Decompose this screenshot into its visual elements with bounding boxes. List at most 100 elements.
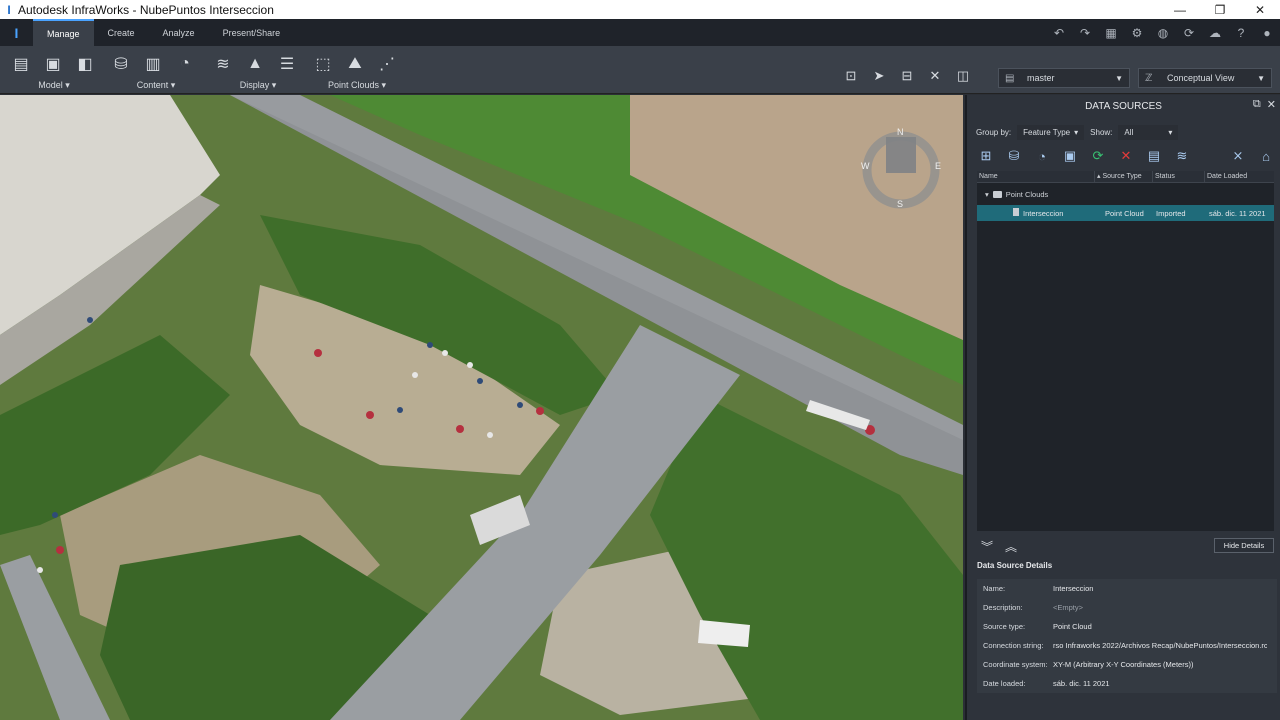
chevron-down-icon: ▼ [1257, 73, 1265, 83]
crosshair-icon[interactable]: ✕ [922, 66, 948, 86]
ribbon-group-model: ▤ ▣ ◧ Model ▾ [8, 46, 100, 94]
detail-row-date-loaded: Date loaded: sáb. dic. 11 2021 [977, 674, 1277, 693]
model-view-icon[interactable]: ◧ [72, 52, 98, 76]
close-icon[interactable]: ✕ [1240, 0, 1280, 19]
model-builder-source-icon[interactable]: ◔ [1032, 147, 1052, 165]
presentation-icon[interactable]: ⊡ [838, 66, 864, 86]
hide-details-button[interactable]: Hide Details [1214, 538, 1274, 553]
close-panel-icon[interactable]: ✕ [1267, 98, 1276, 111]
settings-gear-icon[interactable]: ⚙ [1124, 19, 1150, 46]
unlink-icon[interactable]: ⨯ [1228, 147, 1248, 165]
help-icon[interactable]: ? [1228, 19, 1254, 46]
data-sources-toolbar: ⊞ ⛁ ◔ ▣ ⟳ ✕ ▤ ≋ ⨯ ⌂ [976, 145, 1276, 167]
cell-status: Imported [1156, 208, 1186, 218]
window-controls: — ❐ ✕ [1160, 0, 1280, 19]
minimize-icon[interactable]: — [1160, 0, 1200, 19]
document-icon[interactable]: ▤ [1144, 147, 1164, 165]
visual-style-select[interactable]: ℤ Conceptual View ▼ [1138, 68, 1272, 88]
point-cloud-select-icon[interactable]: ⬚ [310, 52, 336, 76]
detail-value: XY-M (Arbitrary X-Y Coordinates (Meters)… [1053, 660, 1194, 669]
detail-key: Description: [983, 603, 1023, 612]
detail-value[interactable]: rso Infraworks 2022/Archivos Recap/NubeP… [1053, 641, 1267, 650]
detail-value[interactable]: <Empty> [1053, 603, 1267, 612]
infraworks-window: I Autodesk InfraWorks - NubePuntos Inter… [0, 0, 1280, 720]
detail-row-name: Name: Interseccion [977, 579, 1277, 598]
terrain-icon[interactable]: ▲ [242, 52, 268, 76]
point-cloud-line-icon[interactable]: ⋰ [374, 52, 400, 76]
add-file-data-source-icon[interactable]: ⊞ [976, 147, 996, 165]
split-view-icon[interactable]: ◫ [950, 66, 976, 86]
column-header-status[interactable]: Status [1153, 170, 1205, 183]
ribbon-group-label-point-clouds[interactable]: Point Clouds ▾ [310, 80, 404, 91]
sync-icon[interactable]: ⟳ [1176, 19, 1202, 46]
column-header-date-loaded[interactable]: Date Loaded [1205, 171, 1274, 183]
collapse-all-icon[interactable]: ︽ [1005, 538, 1017, 555]
table-header: Name ▴ Source Type Status Date Loaded [977, 170, 1274, 183]
configure-icon[interactable]: ▣ [1060, 147, 1080, 165]
application-menu-button[interactable]: I [0, 19, 33, 46]
infraworks-logo-icon: I [7, 2, 11, 17]
house-data-icon[interactable]: ⌂ [1256, 147, 1276, 165]
user-account-icon[interactable]: ● [1254, 19, 1280, 46]
undo-icon[interactable]: ↶ [1046, 19, 1072, 46]
column-header-name[interactable]: Name [977, 170, 1095, 183]
tab-present-share[interactable]: Present/Share [209, 19, 295, 46]
table-row[interactable]: Interseccion Point Cloud Imported sáb. d… [977, 205, 1274, 221]
ribbon-group-label-display[interactable]: Display ▾ [210, 80, 306, 91]
group-by-select[interactable]: Feature Type ▾ [1017, 125, 1085, 140]
show-select[interactable]: All ▾ [1118, 125, 1179, 140]
redo-icon[interactable]: ↷ [1072, 19, 1098, 46]
data-sources-panel: DATA SOURCES ⧉ ✕ Group by: Feature Type ▾… [965, 95, 1280, 720]
measure-icon[interactable]: ⊟ [894, 66, 920, 86]
tab-manage[interactable]: Manage [33, 19, 94, 46]
aerial-view [0, 95, 963, 720]
group-by-value: Feature Type [1023, 128, 1071, 137]
group-by-controls: Group by: Feature Type ▾ Show: All ▾ [976, 125, 1179, 140]
compass-north-label: N [897, 127, 904, 137]
quick-access-toolbar: ↶ ↷ ▦ ⚙ ◍ ⟳ ☁ ? ● [1046, 19, 1280, 46]
details-title: Data Source Details [977, 561, 1053, 570]
group-label: Point Clouds [1005, 189, 1049, 199]
detail-row-coordinate-system: Coordinate system: XY-M (Arbitrary X-Y C… [977, 655, 1277, 674]
undock-icon[interactable]: ⧉ [1253, 98, 1261, 111]
remove-icon[interactable]: ✕ [1116, 147, 1136, 165]
ribbon-group-label-model[interactable]: Model ▾ [8, 80, 100, 91]
show-label: Show: [1090, 128, 1113, 137]
show-value: All [1124, 128, 1134, 137]
cell-source-type: Point Cloud [1105, 208, 1144, 218]
tab-create[interactable]: Create [94, 19, 149, 46]
data-sources-table: Name ▴ Source Type Status Date Loaded ▾ … [977, 170, 1274, 531]
list-icon[interactable]: ☰ [274, 52, 300, 76]
ribbon-group-point-clouds: ⬚ ⛰ ⋰ Point Clouds ▾ [310, 46, 404, 94]
ribbon-group-label-content[interactable]: Content ▾ [108, 80, 204, 91]
tab-analyze[interactable]: Analyze [149, 19, 209, 46]
layers-icon[interactable]: ≋ [210, 52, 236, 76]
title-bar: I Autodesk InfraWorks - NubePuntos Inter… [0, 0, 1280, 19]
model-properties-icon[interactable]: ▤ [8, 52, 34, 76]
refresh-icon[interactable]: ⟳ [1088, 147, 1108, 165]
tree-group-point-clouds[interactable]: ▾ Point Clouds [977, 186, 1274, 202]
select-pointer-icon[interactable]: ➤ [866, 66, 892, 86]
column-header-source-type[interactable]: ▴ Source Type [1095, 170, 1153, 183]
model-builder-icon[interactable]: ◔ [172, 52, 198, 76]
tile-view-icon[interactable]: ▦ [1098, 19, 1124, 46]
restore-icon[interactable]: ❐ [1200, 0, 1240, 19]
chevron-down-icon[interactable]: ▾ [985, 190, 989, 199]
detail-key: Name: [983, 584, 1006, 593]
expand-all-icon[interactable]: ︾ [981, 538, 993, 555]
globe-icon[interactable]: ◍ [1150, 19, 1176, 46]
styles-icon[interactable]: ▥ [140, 52, 166, 76]
layers-source-icon[interactable]: ≋ [1172, 147, 1192, 165]
detail-value[interactable]: Interseccion [1053, 584, 1267, 593]
detail-key: Coordinate system: [983, 660, 1048, 669]
detail-value: Point Cloud [1053, 622, 1092, 631]
ribbon-panel: ▤ ▣ ◧ Model ▾ ⛁ ▥ ◔ Content ▾ ≋ ▲ ☰ Disp… [0, 46, 1280, 94]
database-icon[interactable]: ⛁ [1004, 147, 1024, 165]
data-sources-icon[interactable]: ⛁ [108, 52, 134, 76]
viewcube-compass[interactable]: W E S N [856, 127, 946, 217]
point-cloud-terrain-icon[interactable]: ⛰ [342, 52, 368, 76]
proposal-select[interactable]: ▤ master ▼ [998, 68, 1130, 88]
viewport-3d[interactable]: W E S N [0, 95, 963, 720]
model-explorer-icon[interactable]: ▣ [40, 52, 66, 76]
cloud-icon[interactable]: ☁ [1202, 19, 1228, 46]
